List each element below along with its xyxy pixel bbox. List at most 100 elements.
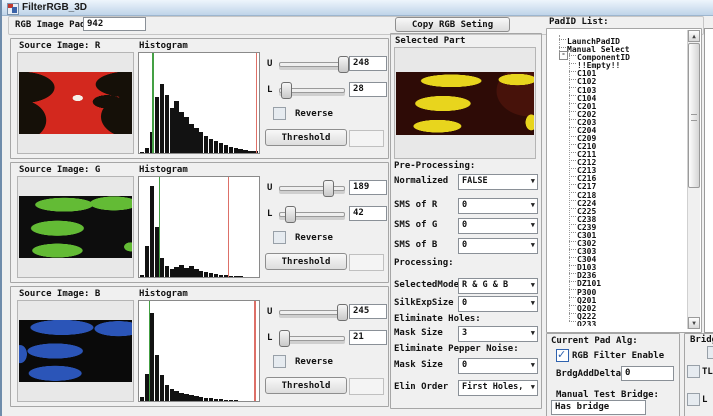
chevron-down-icon: ▼ [531, 221, 535, 230]
pad-id-field[interactable]: 942 [83, 17, 146, 31]
l-slider-b[interactable] [279, 329, 345, 347]
tree-item-q222[interactable]: Q222 [569, 310, 596, 318]
param-combo-silkexpsize[interactable]: 0 ▼ [458, 296, 538, 312]
tree-item-c102[interactable]: C102 [569, 75, 596, 83]
reverse-label: Reverse [295, 109, 333, 119]
param-combo-elin-order[interactable]: First Holes, ▼ [458, 380, 538, 396]
u-slider-g[interactable] [279, 179, 345, 197]
tree-item-c218[interactable]: C218 [569, 189, 596, 197]
scroll-down-icon[interactable]: ▼ [688, 317, 700, 329]
tree-item-c304[interactable]: C304 [569, 253, 596, 261]
tree-item-c212[interactable]: C212 [569, 156, 596, 164]
param-combo-sms-of-r[interactable]: 0 ▼ [458, 198, 538, 214]
reverse-checkbox-b[interactable] [273, 355, 286, 368]
lower-threshold-line [149, 301, 151, 401]
tree-item-c203[interactable]: C203 [569, 116, 596, 124]
threshold-button-b[interactable]: Threshold [265, 377, 347, 394]
tree-item-c224[interactable]: C224 [569, 197, 596, 205]
u-slider-r[interactable] [279, 55, 345, 73]
tree-item-c209[interactable]: C209 [569, 132, 596, 140]
threshold-button-r[interactable]: Threshold [265, 129, 347, 146]
tree-item-c239[interactable]: C239 [569, 221, 596, 229]
filter-rgb-window: FilterRGB_3D RGB Image PadID: 942 Copy R… [0, 0, 713, 416]
reverse-checkbox-r[interactable] [273, 107, 286, 120]
histogram-bars [140, 181, 258, 277]
slider-thumb[interactable] [338, 56, 349, 73]
param-combo-mask-size[interactable]: 0 ▼ [458, 358, 538, 374]
upper-threshold-line [228, 177, 230, 277]
reverse-checkbox-g[interactable] [273, 231, 286, 244]
l-value-b[interactable]: 21 [349, 330, 387, 345]
check-icon: ✓ [557, 348, 566, 361]
section-header: Processing: [394, 258, 454, 268]
l-slider-r[interactable] [279, 81, 345, 99]
scroll-up-icon[interactable]: ▲ [688, 30, 700, 42]
tree-item-c101[interactable]: C101 [569, 67, 596, 75]
tree-item-c216[interactable]: C216 [569, 172, 596, 180]
tree-item-c238[interactable]: C238 [569, 213, 596, 221]
tree-item-empty[interactable]: !!Empty!! [569, 59, 620, 67]
param-combo-sms-of-g[interactable]: 0 ▼ [458, 218, 538, 234]
u-value-b[interactable]: 245 [349, 304, 387, 319]
slider-thumb[interactable] [279, 330, 290, 347]
tree-item-c217[interactable]: C217 [569, 180, 596, 188]
tree-guide-line [569, 53, 571, 321]
l-slider-g[interactable] [279, 205, 345, 223]
tree-item-dz101[interactable]: DZ101 [569, 277, 601, 285]
slider-thumb[interactable] [285, 206, 296, 223]
brdg-add-delta-field[interactable]: 0 [621, 366, 674, 381]
channel-panel-b: Source Image: B Histogram U 245 L [10, 286, 389, 407]
bridge-checkbox-tl[interactable] [687, 365, 700, 378]
bridge-partial-checkbox[interactable] [707, 346, 713, 359]
bridge-label-l: L [702, 395, 707, 405]
tree-scrollbar[interactable]: ▲ ▼ [687, 30, 700, 329]
scroll-thumb[interactable] [688, 43, 700, 188]
reverse-label: Reverse [295, 233, 333, 243]
tree-item-q201[interactable]: Q201 [569, 294, 596, 302]
tree-item-c303[interactable]: C303 [569, 245, 596, 253]
slider-thumb[interactable] [281, 82, 292, 99]
tree-item-q202[interactable]: Q202 [569, 302, 596, 310]
tree-item-c202[interactable]: C202 [569, 108, 596, 116]
param-combo-normalized[interactable]: FALSE ▼ [458, 174, 538, 190]
tree-item-p300[interactable]: P300 [569, 286, 596, 294]
histogram-g [138, 176, 260, 278]
tree-item-c103[interactable]: C103 [569, 84, 596, 92]
histogram-r [138, 52, 260, 154]
titlebar[interactable]: FilterRGB_3D [0, 0, 713, 16]
tree-item-c213[interactable]: C213 [569, 164, 596, 172]
param-combo-mask-size[interactable]: 3 ▼ [458, 326, 538, 342]
tree-item-c302[interactable]: C302 [569, 237, 596, 245]
tree-item-c104[interactable]: C104 [569, 92, 596, 100]
tree-item-c301[interactable]: C301 [569, 229, 596, 237]
tree-item-c204[interactable]: C204 [569, 124, 596, 132]
tree-item-d236[interactable]: D236 [569, 269, 596, 277]
slider-thumb[interactable] [337, 304, 348, 321]
tree-item-manual-select[interactable]: Manual Select [559, 43, 630, 51]
tree-item-d103[interactable]: D103 [569, 261, 596, 269]
chevron-down-icon: ▼ [531, 361, 535, 370]
param-combo-selectedmode[interactable]: R & G & B ▼ [458, 278, 538, 294]
l-value-r[interactable]: 28 [349, 82, 387, 97]
threshold-button-g[interactable]: Threshold [265, 253, 347, 270]
tree-item-launchpadid[interactable]: LaunchPadID [559, 35, 620, 43]
bridge-checkbox-l[interactable] [687, 393, 700, 406]
tree-item-c201[interactable]: C201 [569, 100, 596, 108]
source-image-g [19, 196, 132, 258]
u-value-r[interactable]: 248 [349, 56, 387, 71]
selected-part-label: Selected Part [395, 36, 465, 46]
rgb-filter-enable-checkbox[interactable]: ✓ [556, 349, 569, 362]
slider-thumb[interactable] [323, 180, 334, 197]
manual-test-bridge-field[interactable]: Has bridge [551, 400, 646, 415]
param-combo-sms-of-b[interactable]: 0 ▼ [458, 238, 538, 254]
l-value-g[interactable]: 42 [349, 206, 387, 221]
u-value-g[interactable]: 189 [349, 180, 387, 195]
param-row: Mask Size 3 ▼ [394, 328, 538, 344]
tree-item-c225[interactable]: C225 [569, 205, 596, 213]
tree-item-c210[interactable]: C210 [569, 140, 596, 148]
tree-item-c211[interactable]: C211 [569, 148, 596, 156]
tree-item-q233[interactable]: Q233 [569, 318, 596, 326]
copy-rgb-setting-button[interactable]: Copy RGB Seting [395, 17, 510, 32]
u-slider-b[interactable] [279, 303, 345, 321]
l-label: L [267, 333, 272, 343]
